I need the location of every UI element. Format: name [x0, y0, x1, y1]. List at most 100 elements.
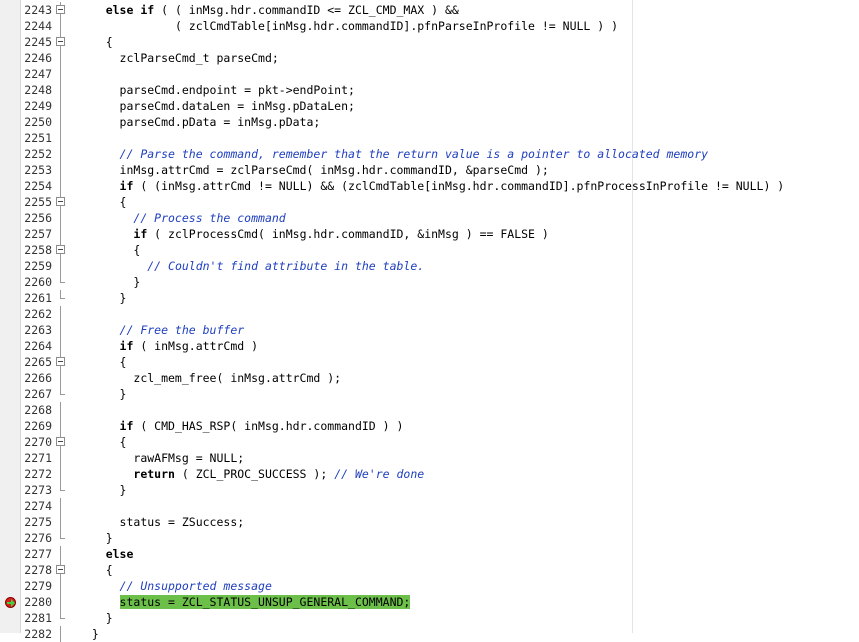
fold-toggle-icon[interactable]: [56, 562, 67, 578]
code-text[interactable]: {: [78, 354, 127, 370]
code-text[interactable]: inMsg.attrCmd = zclParseCmd( inMsg.hdr.c…: [78, 162, 549, 178]
code-text[interactable]: // Process the command: [78, 210, 285, 226]
code-line[interactable]: 2274: [0, 498, 859, 514]
code-line[interactable]: 2262: [0, 306, 859, 322]
code-line[interactable]: 2269 if ( CMD_HAS_RSP( inMsg.hdr.command…: [0, 418, 859, 434]
code-text[interactable]: zclParseCmd_t parseCmd;: [78, 50, 279, 66]
code-keyword: if: [119, 179, 134, 193]
code-line[interactable]: 2243 else if ( ( inMsg.hdr.commandID <= …: [0, 2, 859, 18]
code-text[interactable]: if ( zclProcessCmd( inMsg.hdr.commandID,…: [78, 226, 548, 242]
fold-toggle-icon[interactable]: [56, 2, 67, 18]
code-line[interactable]: 2263 // Free the buffer: [0, 322, 859, 338]
code-text[interactable]: }: [78, 530, 113, 546]
code-text[interactable]: // Unsupported message: [78, 578, 272, 594]
code-text[interactable]: status = ZCL_STATUS_UNSUP_GENERAL_COMMAN…: [78, 594, 411, 610]
code-line[interactable]: 2256 // Process the command: [0, 210, 859, 226]
code-text[interactable]: {: [78, 34, 113, 50]
code-line[interactable]: 2266 zcl_mem_free( inMsg.attrCmd );: [0, 370, 859, 386]
fold-guide-line: [56, 498, 67, 514]
highlighted-statement: status = ZCL_STATUS_UNSUP_GENERAL_COMMAN…: [119, 595, 411, 609]
code-text[interactable]: zcl_mem_free( inMsg.attrCmd );: [78, 370, 341, 386]
code-text[interactable]: if ( CMD_HAS_RSP( inMsg.hdr.commandID ) …: [78, 418, 404, 434]
code-line[interactable]: 2254 if ( (inMsg.attrCmd != NULL) && (zc…: [0, 178, 859, 194]
code-line[interactable]: 2267 }: [0, 386, 859, 402]
code-text[interactable]: // Free the buffer: [78, 322, 245, 338]
breakpoint-icon[interactable]: [5, 597, 16, 608]
code-editor[interactable]: 2243 else if ( ( inMsg.hdr.commandID <= …: [0, 0, 859, 642]
code-text[interactable]: parseCmd.endpoint = pkt->endPoint;: [78, 82, 355, 98]
code-line[interactable]: 2282 }: [0, 626, 859, 642]
code-line[interactable]: 2272 return ( ZCL_PROC_SUCCESS ); // We'…: [0, 466, 859, 482]
code-line[interactable]: 2251: [0, 130, 859, 146]
code-line[interactable]: 2255 {: [0, 194, 859, 210]
code-line[interactable]: 2278 {: [0, 562, 859, 578]
code-text[interactable]: else if ( ( inMsg.hdr.commandID <= ZCL_C…: [78, 2, 459, 18]
code-text[interactable]: if ( (inMsg.attrCmd != NULL) && (zclCmdT…: [78, 178, 785, 194]
code-line[interactable]: 2245 {: [0, 34, 859, 50]
code-line[interactable]: 2277 else: [0, 546, 859, 562]
code-text[interactable]: // Parse the command, remember that the …: [78, 146, 709, 162]
fold-guide-line: [56, 578, 67, 594]
line-number: 2251: [24, 131, 52, 145]
fold-toggle-icon[interactable]: [56, 194, 67, 210]
code-line[interactable]: 2260 }: [0, 274, 859, 290]
code-line[interactable]: 2244 ( zclCmdTable[inMsg.hdr.commandID].…: [0, 18, 859, 34]
code-text[interactable]: status = ZSuccess;: [78, 514, 245, 530]
fold-toggle-icon[interactable]: [56, 34, 67, 50]
code-line[interactable]: 2281 }: [0, 610, 859, 626]
code-keyword: if: [119, 419, 134, 433]
code-token: {: [119, 195, 127, 209]
code-text[interactable]: else: [78, 546, 134, 562]
code-line[interactable]: 2249 parseCmd.dataLen = inMsg.pDataLen;: [0, 98, 859, 114]
fold-toggle-icon[interactable]: [56, 434, 67, 450]
code-text[interactable]: }: [78, 386, 127, 402]
code-text[interactable]: // Couldn't find attribute in the table.: [78, 258, 424, 274]
code-text[interactable]: rawAFMsg = NULL;: [78, 450, 244, 466]
code-text[interactable]: }: [78, 290, 127, 306]
code-text[interactable]: return ( ZCL_PROC_SUCCESS ); // We're do…: [78, 466, 424, 482]
line-number: 2255: [24, 195, 52, 209]
code-line[interactable]: 2253 inMsg.attrCmd = zclParseCmd( inMsg.…: [0, 162, 859, 178]
code-text[interactable]: }: [78, 274, 140, 290]
code-line[interactable]: 2276 }: [0, 530, 859, 546]
code-text[interactable]: parseCmd.pData = inMsg.pData;: [78, 114, 321, 130]
code-line[interactable]: 2257 if ( zclProcessCmd( inMsg.hdr.comma…: [0, 226, 859, 242]
code-text[interactable]: {: [78, 562, 113, 578]
code-line[interactable]: 2246 zclParseCmd_t parseCmd;: [0, 50, 859, 66]
code-line[interactable]: 2264 if ( inMsg.attrCmd ): [0, 338, 859, 354]
code-line[interactable]: 2252 // Parse the command, remember that…: [0, 146, 859, 162]
code-line[interactable]: 2273 }: [0, 482, 859, 498]
code-line[interactable]: 2250 parseCmd.pData = inMsg.pData;: [0, 114, 859, 130]
line-number: 2269: [24, 419, 52, 433]
fold-toggle-icon[interactable]: [56, 242, 67, 258]
code-text[interactable]: }: [78, 626, 99, 642]
code-line[interactable]: 2280 status = ZCL_STATUS_UNSUP_GENERAL_C…: [0, 594, 859, 610]
code-text[interactable]: ( zclCmdTable[inMsg.hdr.commandID].pfnPa…: [78, 18, 618, 34]
code-line[interactable]: 2265 {: [0, 354, 859, 370]
code-text[interactable]: {: [78, 194, 127, 210]
code-line[interactable]: 2247: [0, 66, 859, 82]
code-line[interactable]: 2275 status = ZSuccess;: [0, 514, 859, 530]
code-line[interactable]: 2258 {: [0, 242, 859, 258]
line-number: 2259: [24, 259, 52, 273]
code-line[interactable]: 2271 rawAFMsg = NULL;: [0, 450, 859, 466]
code-line[interactable]: 2279 // Unsupported message: [0, 578, 859, 594]
code-text[interactable]: {: [78, 242, 140, 258]
code-text[interactable]: {: [78, 434, 127, 450]
code-line[interactable]: 2248 parseCmd.endpoint = pkt->endPoint;: [0, 82, 859, 98]
code-line[interactable]: 2259 // Couldn't find attribute in the t…: [0, 258, 859, 274]
code-text[interactable]: }: [78, 610, 113, 626]
code-text[interactable]: if ( inMsg.attrCmd ): [78, 338, 258, 354]
line-number: 2270: [24, 435, 52, 449]
code-text[interactable]: }: [78, 482, 127, 498]
fold-toggle-icon[interactable]: [56, 354, 67, 370]
code-line[interactable]: 2268: [0, 402, 859, 418]
code-text[interactable]: parseCmd.dataLen = inMsg.pDataLen;: [78, 98, 355, 114]
code-line[interactable]: 2270 {: [0, 434, 859, 450]
code-line[interactable]: 2261 }: [0, 290, 859, 306]
